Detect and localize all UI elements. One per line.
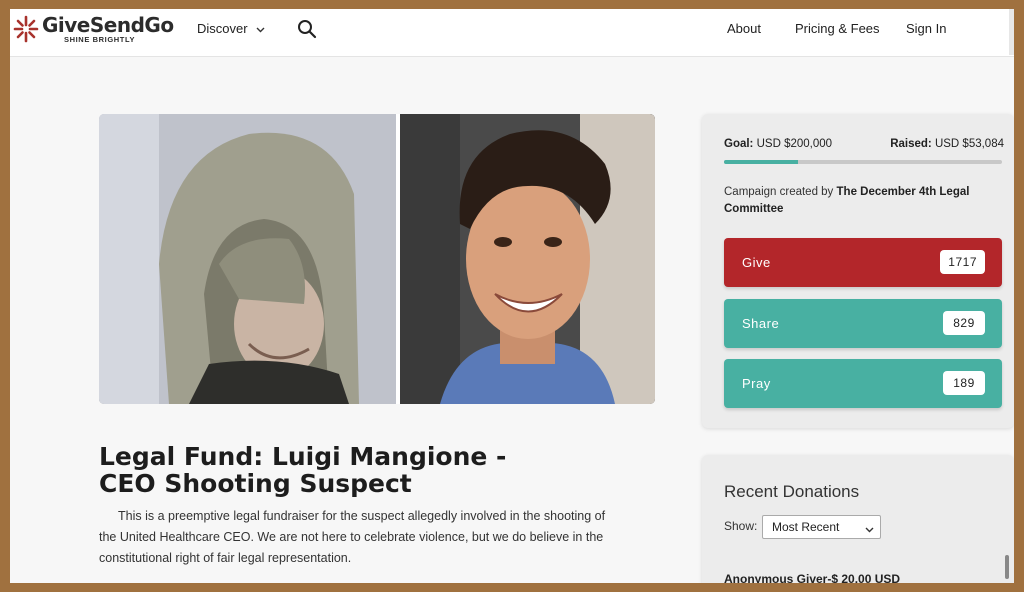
nav-pricing-link[interactable]: Pricing & Fees — [795, 21, 880, 36]
nav-about-link[interactable]: About — [727, 21, 761, 36]
nav-discover-menu[interactable]: Discover — [197, 21, 265, 36]
starburst-logo-icon — [12, 14, 40, 44]
raised-value: USD $53,084 — [934, 138, 1004, 150]
share-count: 829 — [943, 311, 985, 335]
donation-card: Goal: USD $200,000 Raised: USD $53,084 C… — [702, 114, 1014, 428]
header-scroll-edge — [1009, 9, 1014, 55]
give-button-label: Give — [742, 255, 771, 270]
share-button-label: Share — [742, 316, 780, 331]
chevron-down-icon — [865, 522, 874, 536]
pray-button[interactable]: Pray 189 — [724, 359, 1002, 408]
give-button[interactable]: Give 1717 — [724, 238, 1002, 287]
goal-label: Goal: — [724, 138, 754, 150]
recent-donations-card: Recent Donations Show: Most Recent Anony… — [702, 455, 1014, 583]
progress-fill — [724, 160, 798, 164]
nav-signin-link[interactable]: Sign In — [906, 21, 946, 36]
site-logo[interactable]: GiveSendGo SHINE BRIGHTLY — [12, 14, 174, 44]
pray-count: 189 — [943, 371, 985, 395]
donation-sort-value: Most Recent — [772, 520, 840, 534]
raised-label: Raised: — [890, 138, 932, 150]
brand-name: GiveSendGo — [42, 12, 174, 37]
browser-viewport: GiveSendGo SHINE BRIGHTLY Discover About… — [10, 9, 1014, 583]
campaign-title: Legal Fund: Luigi Mangione - CEO Shootin… — [99, 442, 507, 498]
search-icon[interactable] — [297, 19, 317, 44]
progress-bar — [724, 160, 1002, 164]
share-button[interactable]: Share 829 — [724, 299, 1002, 348]
chevron-down-icon — [256, 21, 265, 36]
campaign-creator: Campaign created by The December 4th Leg… — [724, 184, 994, 218]
donation-sort-select[interactable]: Most Recent — [762, 515, 881, 539]
donation-item: Anonymous Giver-$ 20.00 USD — [724, 572, 901, 583]
campaign-hero-image — [99, 114, 655, 404]
surveillance-photo — [99, 114, 396, 404]
goal-row: Goal: USD $200,000 Raised: USD $53,084 — [724, 138, 1004, 150]
campaign-description: This is a preemptive legal fundraiser fo… — [99, 509, 606, 565]
portrait-photo — [400, 114, 655, 404]
brand-tagline: SHINE BRIGHTLY — [64, 34, 136, 44]
goal-value: USD $200,000 — [756, 138, 833, 150]
nav-discover-label: Discover — [197, 21, 248, 36]
give-count: 1717 — [940, 250, 985, 274]
goal-stat: Goal: USD $200,000 — [724, 138, 832, 150]
creator-prefix: Campaign created by — [724, 186, 834, 198]
recent-donations-title: Recent Donations — [724, 482, 860, 501]
pray-button-label: Pray — [742, 376, 771, 391]
site-header: GiveSendGo SHINE BRIGHTLY Discover About… — [10, 9, 1014, 57]
show-label: Show: — [724, 519, 758, 533]
raised-stat: Raised: USD $53,084 — [890, 138, 1004, 150]
scrollbar-thumb[interactable] — [1005, 555, 1009, 579]
